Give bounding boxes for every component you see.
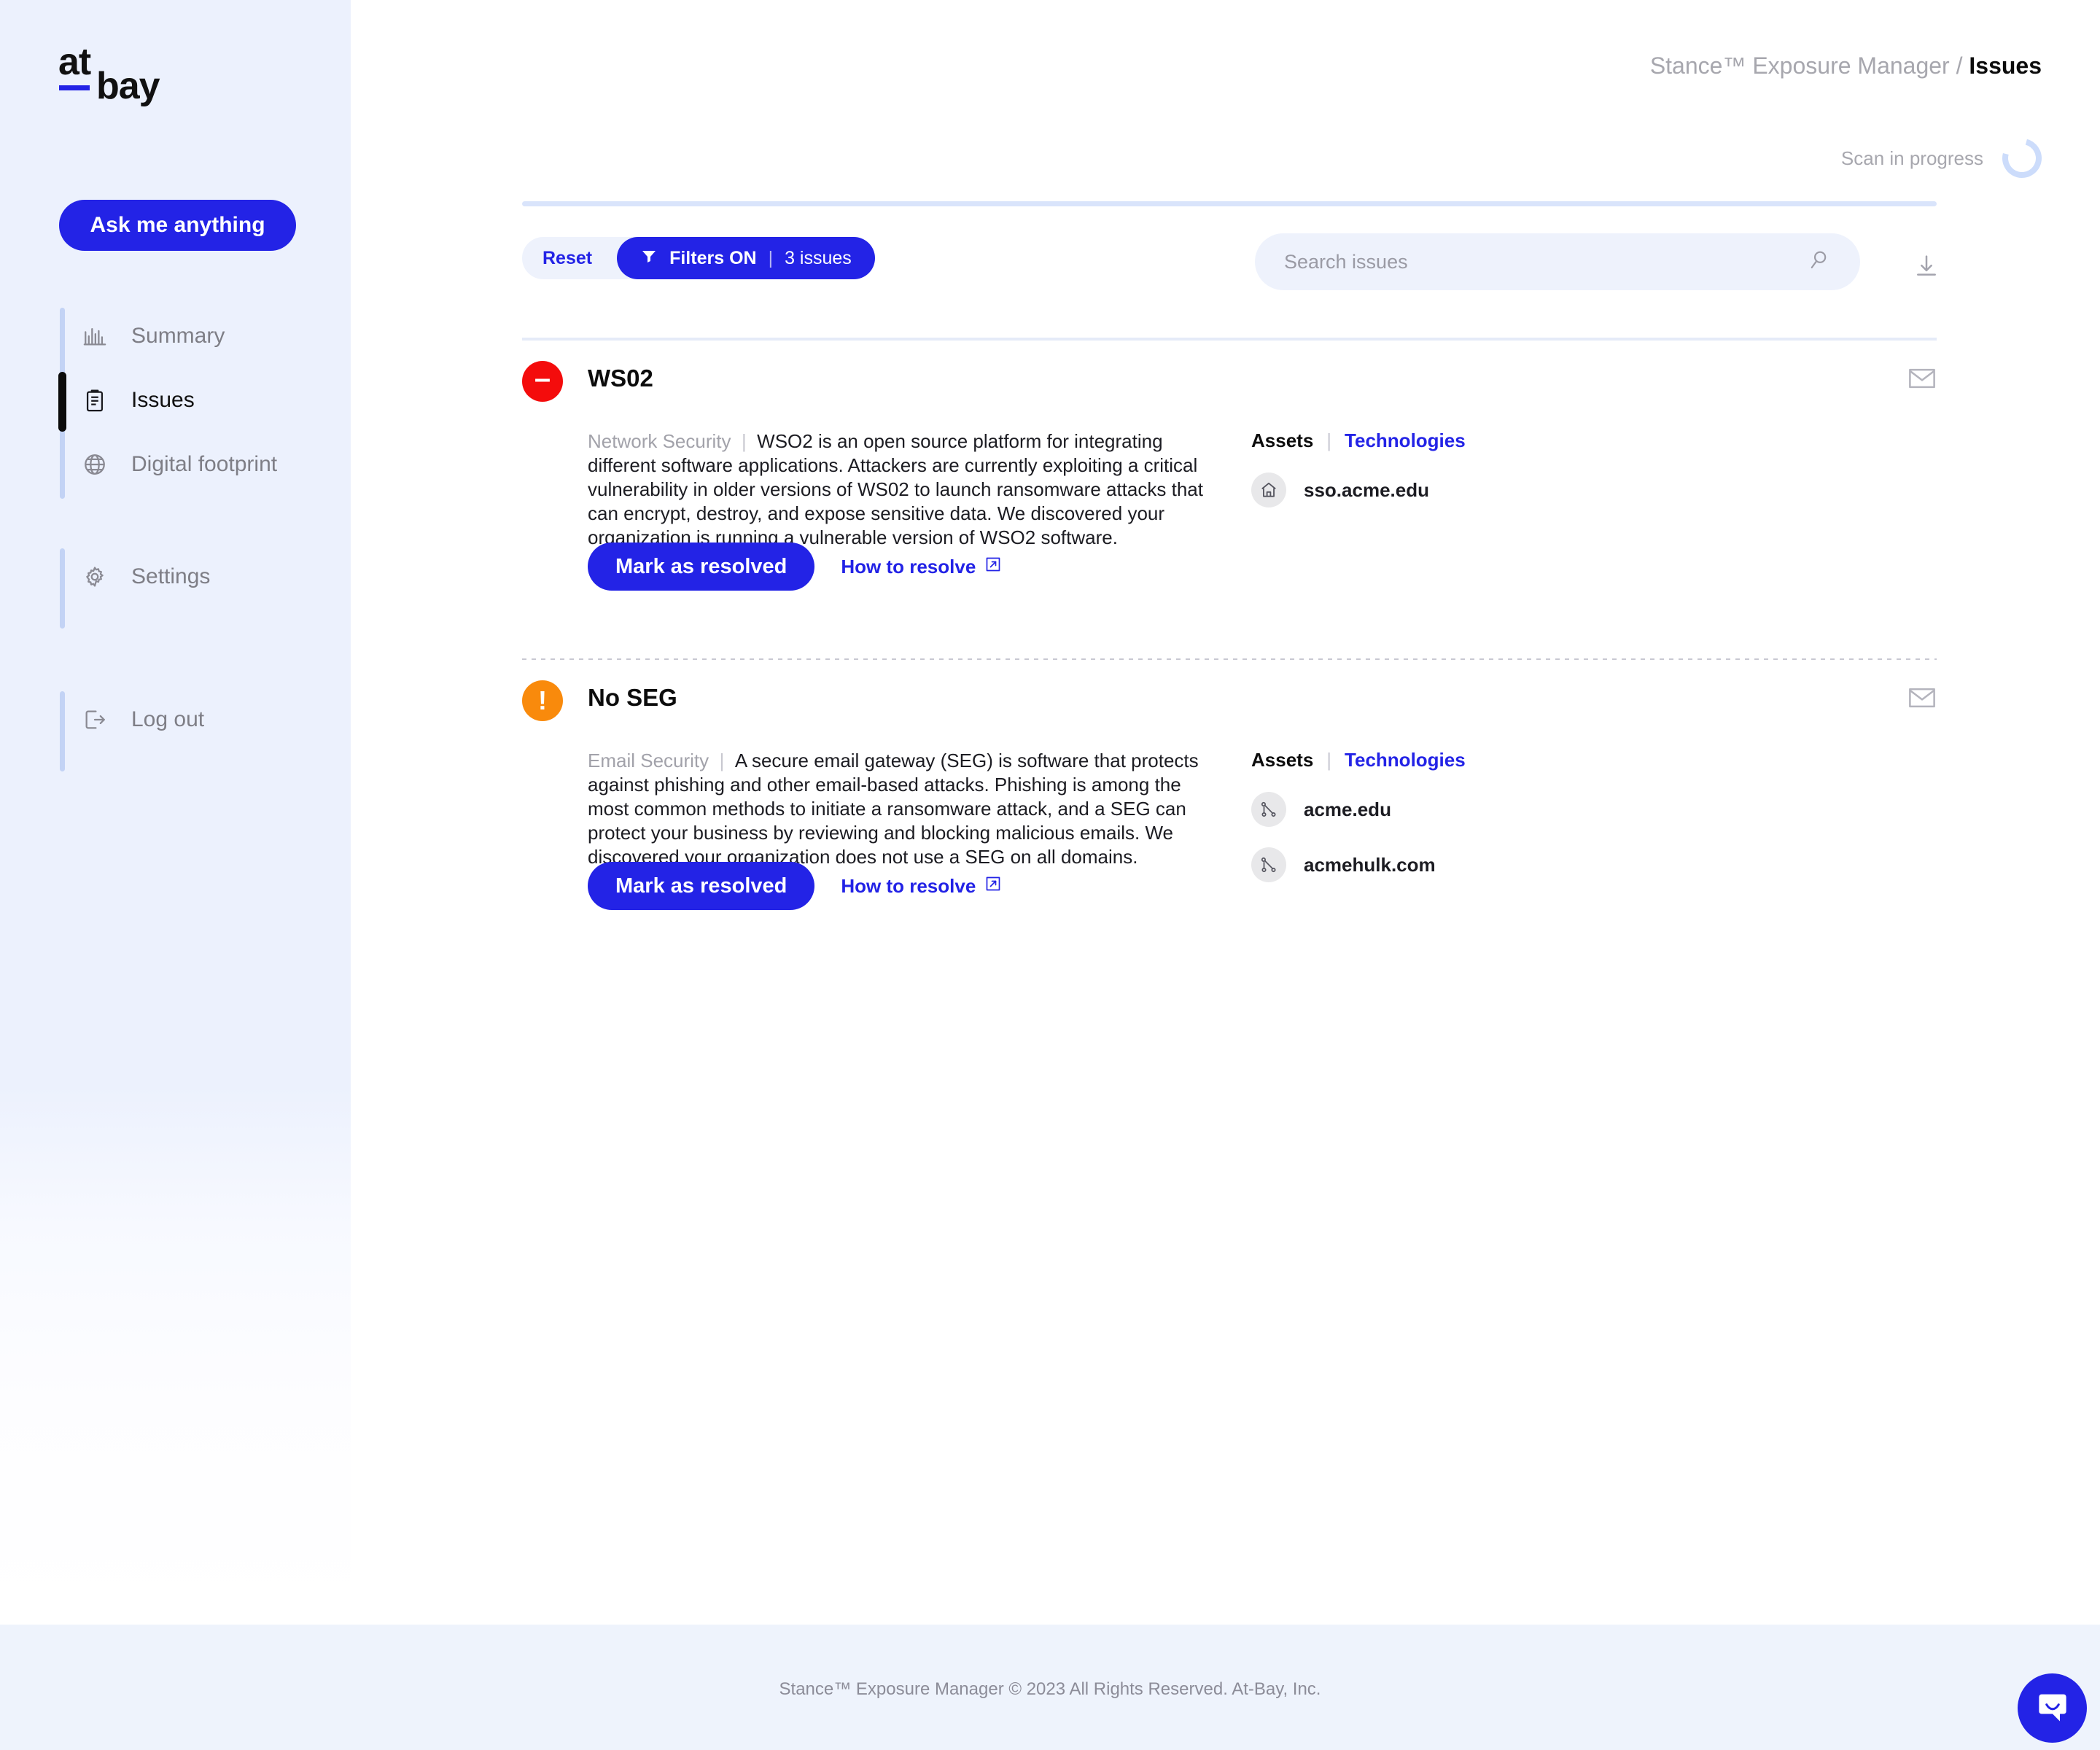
minus-circle-icon: – [522, 361, 563, 402]
issue-description: Network Security | WSO2 is an open sourc… [588, 430, 1203, 548]
issue-description: Email Security | A secure email gateway … [588, 750, 1199, 868]
asset-item[interactable]: sso.acme.edu [1251, 472, 1630, 508]
nav-active-indicator [58, 372, 66, 432]
asset-item[interactable]: acme.edu [1251, 792, 1630, 827]
ask-me-anything-button[interactable]: Ask me anything [59, 200, 296, 251]
issue-title: No SEG [588, 684, 677, 711]
mark-as-resolved-button[interactable]: Mark as resolved [588, 862, 815, 910]
issue-category: Email Security [588, 750, 709, 771]
issue-actions: Mark as resolved How to resolve [588, 542, 1002, 591]
reset-button[interactable]: Reset [542, 248, 617, 269]
clipboard-icon [80, 386, 109, 415]
footer: Stance™ Exposure Manager © 2023 All Righ… [0, 1625, 2100, 1750]
issue-title: WS02 [588, 365, 653, 392]
assets-tabs: Assets | Technologies [1251, 749, 1630, 771]
sidebar-nav-group-main: Summary Issues Digital footprint [0, 299, 351, 515]
assets-tabs: Assets | Technologies [1251, 429, 1630, 452]
how-to-resolve-label: How to resolve [841, 874, 976, 897]
chat-bubble-icon [2034, 1688, 2072, 1728]
issue-category: Network Security [588, 430, 731, 452]
how-to-resolve-link[interactable]: How to resolve [841, 875, 1002, 898]
logo-underline [59, 85, 90, 90]
sidebar-item-label: Log out [131, 707, 205, 731]
network-icon [1251, 847, 1286, 882]
home-icon [1251, 472, 1286, 508]
footer-copyright: Stance™ Exposure Manager © 2023 All Righ… [779, 1679, 1321, 1699]
nav-rail [60, 548, 65, 629]
breadcrumb-separator: / [1949, 52, 1969, 79]
sidebar-nav-group-session: Log out [0, 662, 351, 801]
envelope-icon[interactable] [1908, 686, 1937, 711]
search-input[interactable] [1284, 250, 1806, 273]
how-to-resolve-label: How to resolve [841, 555, 976, 578]
filter-pill-group: Reset Filters ON | 3 issues [522, 237, 875, 279]
sidebar-item-label: Digital footprint [131, 452, 278, 476]
breadcrumb-parent[interactable]: Stance™ Exposure Manager [1650, 52, 1950, 79]
asset-name: acmehulk.com [1304, 853, 1436, 876]
search-box[interactable] [1255, 233, 1860, 290]
external-link-icon [984, 556, 1002, 578]
filters-issue-count: 3 issues [785, 247, 852, 268]
sidebar-item-label: Settings [131, 564, 211, 588]
sidebar-item-digital-footprint[interactable]: Digital footprint [80, 439, 343, 490]
issue-header: – WS02 [522, 361, 1937, 413]
logo-text-at: at [58, 41, 91, 83]
sidebar-item-settings[interactable]: Settings [80, 551, 343, 602]
issue-card: ! No SEG Email Security | A secure email… [522, 680, 1937, 910]
tab-separator: | [1326, 429, 1332, 451]
app-root: at bay Ask me anything Summary Issues Di… [0, 0, 2100, 1750]
issue-card: – WS02 Network Security | WSO2 is an ope… [522, 361, 1937, 591]
issue-assets-panel: Assets | Technologies acme.edu acmehulk.… [1251, 749, 1630, 882]
sidebar-item-label: Issues [131, 388, 195, 412]
funnel-icon [640, 247, 658, 270]
download-button[interactable] [1910, 250, 1943, 284]
issue-body: Network Security | WSO2 is an open sourc… [522, 429, 1937, 591]
sidebar-item-summary[interactable]: Summary [80, 311, 343, 362]
filters-on-button[interactable]: Filters ON | 3 issues [617, 237, 875, 279]
toolbar: Reset Filters ON | 3 issues [522, 233, 1937, 291]
exclamation-circle-icon: ! [522, 680, 563, 721]
filters-on-label: Filters ON [669, 247, 757, 268]
toolbar-bottom-divider [522, 338, 1937, 341]
tab-technologies[interactable]: Technologies [1345, 429, 1466, 452]
breadcrumb: Stance™ Exposure Manager / Issues [1650, 52, 2042, 79]
issue-body: Email Security | A secure email gateway … [522, 749, 1937, 910]
sidebar-nav-group-settings: Settings [0, 519, 351, 658]
bar-chart-icon [80, 322, 109, 351]
network-icon [1251, 792, 1286, 827]
issue-assets-panel: Assets | Technologies sso.acme.edu [1251, 429, 1630, 508]
mark-as-resolved-button[interactable]: Mark as resolved [588, 542, 815, 591]
logout-icon [80, 705, 109, 734]
how-to-resolve-link[interactable]: How to resolve [841, 556, 1002, 578]
content-top-divider [522, 201, 1937, 206]
sidebar: at bay Ask me anything Summary Issues Di… [0, 0, 351, 1750]
issue-header: ! No SEG [522, 680, 1937, 733]
asset-name: sso.acme.edu [1304, 478, 1429, 501]
gear-icon [80, 562, 109, 591]
search-icon[interactable] [1806, 248, 1831, 276]
filters-separator: | [768, 247, 774, 268]
sidebar-item-label: Summary [131, 324, 225, 348]
tab-separator: | [1326, 749, 1332, 771]
chat-widget-button[interactable] [2018, 1673, 2087, 1743]
logo-text-bay: bay [96, 65, 160, 107]
atbay-logo[interactable]: at bay [58, 40, 190, 107]
nav-rail [60, 691, 65, 771]
issue-divider [522, 658, 1937, 660]
tab-assets[interactable]: Assets [1251, 749, 1313, 771]
envelope-icon[interactable] [1908, 367, 1937, 392]
asset-item[interactable]: acmehulk.com [1251, 847, 1630, 882]
sidebar-item-log-out[interactable]: Log out [80, 694, 343, 745]
globe-icon [80, 450, 109, 479]
issue-actions: Mark as resolved How to resolve [588, 862, 1002, 910]
breadcrumb-current: Issues [1969, 52, 2042, 79]
loading-spinner-icon [1995, 131, 2049, 185]
external-link-icon [984, 875, 1002, 898]
scan-status: Scan in progress [1840, 131, 2049, 185]
scan-status-label: Scan in progress [1840, 147, 1983, 169]
asset-name: acme.edu [1304, 798, 1391, 820]
tab-assets[interactable]: Assets [1251, 429, 1313, 452]
tab-technologies[interactable]: Technologies [1345, 749, 1466, 771]
sidebar-item-issues[interactable]: Issues [80, 375, 343, 426]
